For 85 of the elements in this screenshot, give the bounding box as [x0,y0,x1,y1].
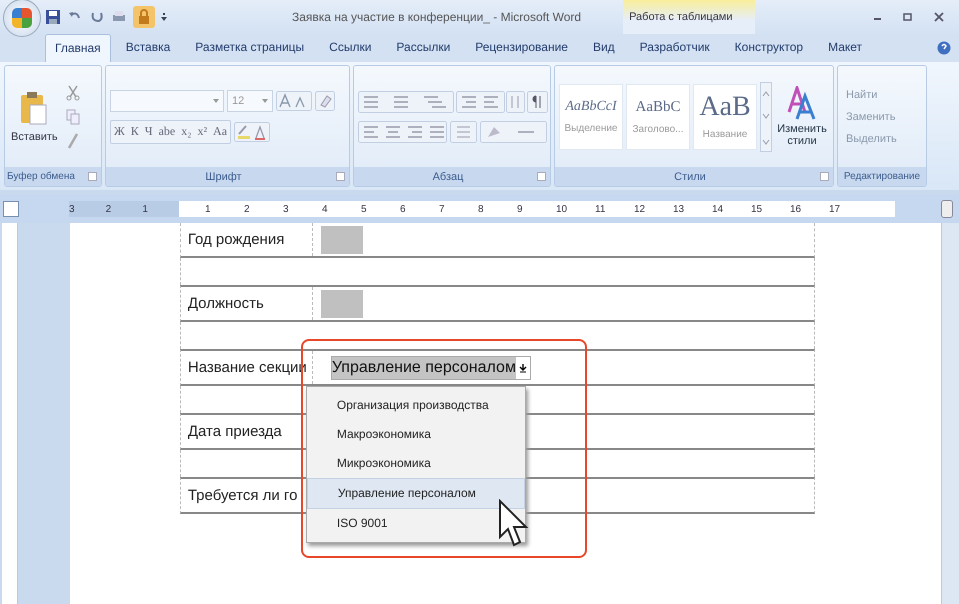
dropdown-option[interactable]: Управление персоналом [306,478,525,509]
style-option[interactable]: AaBbC Заголово... [626,84,690,150]
format-button[interactable]: Ж [111,120,128,142]
gallery-scroll-icon[interactable] [760,82,772,152]
lock-icon[interactable] [133,6,155,28]
format-button[interactable]: abe [156,120,178,142]
ruler-number: 1 [142,204,149,214]
letters-icon [787,86,817,120]
highlight-icon[interactable] [234,122,270,142]
help-icon[interactable] [937,41,951,55]
ribbon-tab[interactable]: Рецензирование [465,33,578,62]
table-cell: Год рождения [180,223,313,256]
copy-icon[interactable] [66,108,80,124]
format-button[interactable]: К [128,120,142,142]
launcher-icon[interactable] [820,172,829,181]
table-cell: Должность [180,287,313,320]
customize-caret-icon[interactable] [161,12,167,22]
ruler-number: 3 [69,204,76,214]
close-icon[interactable] [933,11,945,23]
form-field-placeholder[interactable] [320,226,363,254]
format-button[interactable]: Aa [210,120,230,142]
format-button[interactable]: x² [194,120,210,142]
ribbon-tab[interactable]: Разметка страницы [185,33,314,62]
ribbon-tab[interactable]: Вставка [116,33,180,62]
context-tab-group-label: Работа с таблицами [623,0,755,34]
tab-selector[interactable] [3,201,19,217]
clipboard-icon [20,90,48,124]
caret-icon [262,98,268,102]
ruler-number: 14 [712,204,724,214]
style-option[interactable]: AaB Название [693,84,757,150]
ruler-number: 15 [751,204,764,214]
launcher-icon[interactable] [336,172,345,181]
ruler-number: 12 [634,204,646,214]
dropdown-option[interactable]: Микроэкономика [306,449,525,478]
dropdown-arrow-icon [518,362,527,372]
format-button[interactable]: Ч [142,120,156,142]
ruler-number: 6 [400,204,407,214]
ruler-number: 9 [517,204,524,214]
ruler-number: 17 [829,204,842,214]
scrollbar[interactable] [941,223,959,604]
dropdown-option[interactable]: ISO 9001 [306,509,525,538]
ruler-number: 4 [322,204,329,214]
ribbon-tab[interactable]: Макет [818,33,872,62]
office-button[interactable] [3,0,41,37]
ruler-number: 5 [361,204,368,214]
ribbon-tab[interactable]: Разработчик [630,33,720,62]
ruler-number: 1 [205,204,212,214]
group-label: Шрифт [205,170,242,182]
format-button[interactable]: x₂ [178,120,194,142]
style-option[interactable]: AaBbCcI Выделение [559,84,623,150]
mouse-pointer-icon [498,499,530,549]
window-title: Заявка на участие в конференции_ - Microsoft Word [292,10,582,24]
ruler-number: 16 [790,204,802,214]
launcher-icon[interactable] [537,172,546,181]
ruler-number: 11 [595,204,606,214]
group-label: Стили [674,170,706,182]
clear-format-icon[interactable] [315,90,335,110]
ruler-number: 8 [478,204,485,214]
dropdown-field[interactable]: Управление персоналом [330,356,531,380]
caret-icon [213,98,219,102]
scissors-icon[interactable] [66,84,80,100]
view-ruler-toggle[interactable] [941,200,953,218]
launcher-icon[interactable] [88,172,97,181]
brush-icon[interactable] [66,132,80,148]
ruler-number: 10 [556,204,568,214]
group-label: Абзац [432,170,464,182]
ruler-number: 3 [283,204,290,214]
ruler-number: 2 [106,204,112,214]
ribbon-tab[interactable]: Рассылки [386,33,460,62]
ribbon-tab[interactable]: Ссылки [319,33,382,62]
ruler-number: 13 [673,204,686,214]
group-label: Редактирование [844,171,920,182]
ribbon-tab[interactable]: Главная [45,34,111,62]
ruler-number: 7 [439,204,446,214]
grow-font-icon[interactable] [276,90,312,110]
change-styles-button[interactable]: Изменить стили [772,85,832,148]
save-icon[interactable] [45,9,61,25]
ribbon-tab[interactable]: Вид [582,33,625,62]
ribbon-tab[interactable]: Конструктор [724,33,814,62]
ruler-number: 2 [244,204,251,214]
font-name-field[interactable] [110,90,224,112]
form-field-placeholder[interactable] [320,290,363,318]
paste-button[interactable]: Вставить [9,90,60,142]
restore-icon[interactable] [903,12,913,22]
group-label: Буфер обмена [7,171,75,182]
